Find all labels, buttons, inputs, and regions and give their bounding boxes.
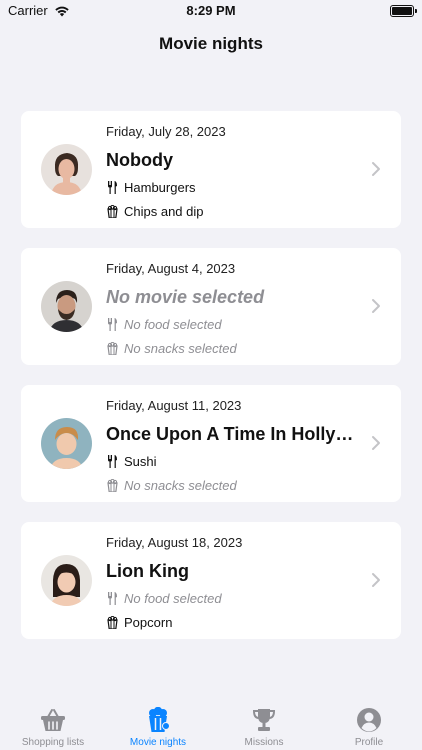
food-label: No food selected xyxy=(124,316,222,332)
chevron-right-icon xyxy=(372,573,380,587)
battery-icon xyxy=(390,5,417,17)
movie-night-card[interactable]: Friday, August 11, 2023 Once Upon A Time… xyxy=(21,385,401,502)
fork-knife-icon xyxy=(106,317,118,331)
food-label: Sushi xyxy=(124,453,157,469)
status-time: 8:29 PM xyxy=(186,3,236,18)
popcorn-icon xyxy=(106,341,118,355)
movie-night-list: Friday, July 28, 2023 Nobody Hamburgers … xyxy=(21,111,401,659)
tab-label: Profile xyxy=(354,737,384,748)
basket-icon xyxy=(41,709,65,731)
snack-row: No snacks selected xyxy=(106,477,361,493)
chevron-right-icon xyxy=(372,162,380,176)
night-date: Friday, August 18, 2023 xyxy=(106,535,243,550)
food-label: Hamburgers xyxy=(124,179,196,195)
movie-title: Nobody xyxy=(106,150,173,170)
trophy-icon xyxy=(252,709,276,731)
night-date: Friday, July 28, 2023 xyxy=(106,124,226,139)
food-row: No food selected xyxy=(106,590,361,606)
avatar xyxy=(41,418,92,469)
fork-knife-icon xyxy=(106,180,118,194)
snack-label: No snacks selected xyxy=(124,340,237,356)
chevron-right-icon xyxy=(372,436,380,450)
snack-row: No snacks selected xyxy=(106,340,361,356)
tab-bar: Shopping lists Movie nights Missions Pro… xyxy=(0,700,422,750)
fork-knife-icon xyxy=(106,454,118,468)
night-date: Friday, August 11, 2023 xyxy=(106,398,242,413)
popcorn-icon xyxy=(106,478,118,492)
food-row: Hamburgers xyxy=(106,179,361,195)
snack-label: No snacks selected xyxy=(124,477,237,493)
snack-row: Popcorn xyxy=(106,614,361,630)
fork-knife-icon xyxy=(106,591,118,605)
status-bar: Carrier 8:29 PM xyxy=(0,0,422,24)
tab-shopping-lists[interactable]: Shopping lists xyxy=(3,707,103,748)
tab-movie-nights[interactable]: Movie nights xyxy=(108,707,208,748)
popcorn-icon xyxy=(106,615,118,629)
food-row: No food selected xyxy=(106,316,361,332)
snack-label: Popcorn xyxy=(124,614,173,630)
avatar xyxy=(41,144,92,195)
food-row: Sushi xyxy=(106,453,361,469)
popcorn-icon xyxy=(106,204,118,218)
movie-night-card[interactable]: Friday, July 28, 2023 Nobody Hamburgers … xyxy=(21,111,401,228)
night-date: Friday, August 4, 2023 xyxy=(106,261,236,276)
snack-label: Chips and dip xyxy=(124,203,204,219)
movie-title: No movie selected xyxy=(106,287,265,307)
chevron-right-icon xyxy=(372,299,380,313)
movie-title: Once Upon A Time In Hollywo... xyxy=(106,424,361,444)
movie-night-card[interactable]: Friday, August 4, 2023 No movie selected… xyxy=(21,248,401,365)
profile-icon xyxy=(357,708,381,732)
tab-profile[interactable]: Profile xyxy=(319,707,419,748)
food-label: No food selected xyxy=(124,590,222,606)
movie-title: Lion King xyxy=(106,561,189,581)
tab-label: Missions xyxy=(244,737,284,748)
tab-label: Movie nights xyxy=(129,737,187,748)
tab-label: Shopping lists xyxy=(21,737,85,748)
movie-night-card[interactable]: Friday, August 18, 2023 Lion King No foo… xyxy=(21,522,401,639)
popcorn-icon xyxy=(149,707,170,732)
snack-row: Chips and dip xyxy=(106,203,361,219)
avatar xyxy=(41,555,92,606)
page-title: Movie nights xyxy=(159,34,263,53)
tab-missions[interactable]: Missions xyxy=(214,707,314,748)
avatar xyxy=(41,281,92,332)
